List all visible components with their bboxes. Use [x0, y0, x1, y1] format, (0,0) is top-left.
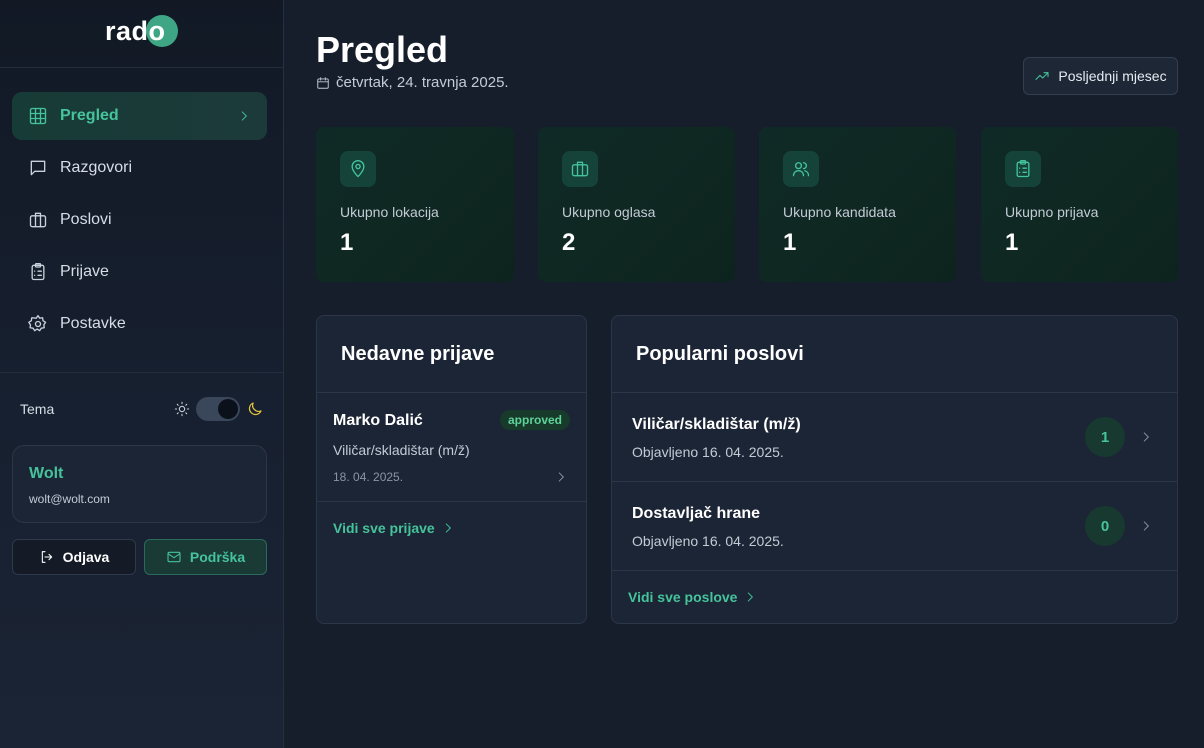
sun-icon — [174, 401, 190, 417]
chevron-right-icon — [445, 523, 451, 533]
stat-card-candidates: Ukupno kandidata 1 — [759, 127, 956, 282]
logo[interactable]: rado — [105, 14, 178, 48]
nav-item-postavke[interactable]: Postavke — [12, 300, 267, 348]
chevron-right-icon — [1143, 432, 1149, 442]
logout-icon — [41, 551, 52, 563]
logout-button[interactable]: Odjava — [12, 539, 136, 575]
link-label: Vidi sve prijave — [333, 520, 435, 536]
briefcase-icon — [571, 161, 589, 177]
main-nav: Pregled Razgovori Poslovi Prijave Postav… — [12, 92, 267, 352]
sidebar: rado Pregled Razgovori Poslovi Prijave P… — [0, 0, 284, 748]
job-item[interactable]: Dostavljač hrane Objavljeno 16. 04. 2025… — [612, 482, 1177, 571]
job-item[interactable]: Viličar/skladištar (m/ž) Objavljeno 16. … — [612, 393, 1177, 482]
chevron-right-icon — [241, 111, 247, 121]
theme-toggle[interactable] — [196, 397, 240, 421]
stat-card-ads: Ukupno oglasa 2 — [538, 127, 735, 282]
view-all-jobs-link[interactable]: Vidi sve poslove — [628, 589, 1177, 605]
map-pin-icon — [351, 160, 365, 178]
stat-value: 1 — [1005, 229, 1019, 256]
nav-item-prijave[interactable]: Prijave — [12, 248, 267, 296]
user-email: wolt@wolt.com — [29, 492, 110, 506]
support-button[interactable]: Podrška — [144, 539, 267, 575]
current-date: četvrtak, 24. travnja 2025. — [336, 74, 509, 91]
job-application-count: 1 — [1085, 417, 1125, 457]
panel-title: Popularni poslovi — [636, 342, 804, 365]
theme-row: Tema — [20, 396, 264, 422]
sidebar-divider — [0, 372, 283, 373]
briefcase-icon — [29, 212, 47, 228]
panel-header: Nedavne prijave — [317, 316, 586, 393]
user-name: Wolt — [29, 465, 64, 482]
stat-icon-box — [562, 151, 598, 187]
support-label: Podrška — [189, 549, 246, 565]
moon-icon — [248, 402, 262, 416]
calendar-icon — [317, 76, 329, 89]
page-title: Pregled — [316, 29, 449, 70]
theme-label: Tema — [20, 401, 55, 417]
job-application-count: 0 — [1085, 506, 1125, 546]
application-job: Viličar/skladištar (m/ž) — [333, 442, 470, 458]
user-card: Wolt wolt@wolt.com — [12, 445, 267, 523]
nav-label: Prijave — [60, 263, 109, 280]
nav-item-poslovi[interactable]: Poslovi — [12, 196, 267, 244]
clipboard-list-icon — [1016, 160, 1030, 178]
status-badge: approved — [499, 410, 570, 430]
panel-title: Nedavne prijave — [341, 342, 495, 365]
logo-area: rado — [0, 0, 283, 68]
stat-icon-box — [783, 151, 819, 187]
popular-jobs-panel: Popularni poslovi Viličar/skladištar (m/… — [611, 315, 1178, 624]
panel-header: Popularni poslovi — [612, 316, 1177, 393]
stat-value: 1 — [340, 229, 354, 256]
theme-controls — [174, 397, 264, 421]
logo-text: rado — [105, 15, 166, 46]
nav-label: Postavke — [60, 315, 126, 332]
application-item[interactable]: Marko Dalić approved Viličar/skladištar … — [317, 393, 586, 502]
chevron-right-icon — [558, 472, 564, 482]
nav-label: Razgovori — [60, 159, 133, 176]
stat-icon-box — [340, 151, 376, 187]
logout-label: Odjava — [62, 549, 110, 565]
nav-label: Pregled — [60, 107, 119, 124]
chat-icon — [30, 160, 46, 176]
trending-up-icon — [1035, 72, 1049, 80]
stat-label: Ukupno lokacija — [340, 204, 439, 220]
application-date: 18. 04. 2025. — [333, 470, 404, 484]
period-label: Posljednji mjesec — [1058, 68, 1167, 84]
view-all-applications-link[interactable]: Vidi sve prijave — [333, 520, 586, 536]
toggle-knob — [218, 399, 238, 419]
date-row: četvrtak, 24. travnja 2025. — [316, 74, 509, 91]
stat-label: Ukupno kandidata — [783, 204, 896, 220]
stat-label: Ukupno oglasa — [562, 204, 656, 220]
grid-icon — [29, 107, 47, 125]
stat-icon-box — [1005, 151, 1041, 187]
view-all-wrap: Vidi sve poslove — [612, 571, 1177, 605]
period-button[interactable]: Posljednji mjesec — [1023, 57, 1178, 95]
stat-card-locations: Ukupno lokacija 1 — [316, 127, 514, 282]
chevron-right-icon — [748, 592, 754, 602]
mail-icon — [167, 551, 181, 563]
chevron-right-icon — [1143, 521, 1149, 531]
nav-label: Poslovi — [60, 211, 112, 228]
gear-icon — [28, 315, 47, 332]
recent-applications-panel: Nedavne prijave Marko Dalić approved Vil… — [316, 315, 587, 624]
stat-value: 1 — [783, 229, 797, 256]
stat-label: Ukupno prijava — [1005, 204, 1099, 220]
view-all-wrap: Vidi sve prijave — [317, 502, 586, 536]
stat-value: 2 — [562, 229, 576, 256]
users-icon — [792, 162, 810, 177]
nav-item-pregled[interactable]: Pregled — [12, 92, 267, 140]
link-label: Vidi sve poslove — [628, 589, 738, 605]
stat-card-applications: Ukupno prijava 1 — [981, 127, 1178, 282]
nav-item-razgovori[interactable]: Razgovori — [12, 144, 267, 192]
clipboard-icon — [31, 263, 45, 281]
